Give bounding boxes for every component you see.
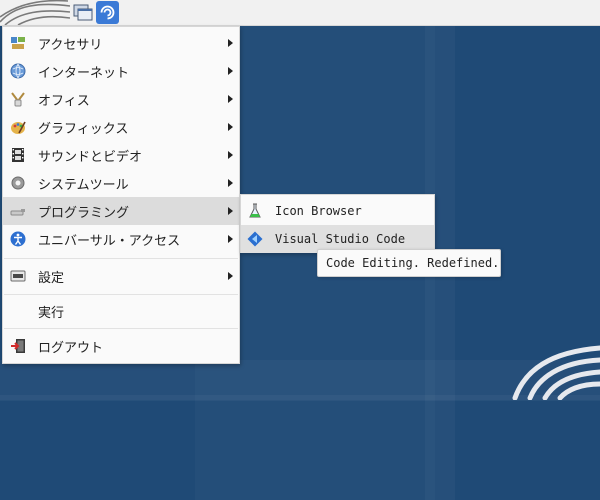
office-icon bbox=[11, 92, 25, 107]
menu-item-universal-access[interactable]: ユニバーサル・アクセス bbox=[3, 225, 239, 253]
menu-item-settings[interactable]: 設定 bbox=[3, 262, 239, 290]
internet-globe-icon bbox=[10, 63, 26, 79]
menu-separator bbox=[4, 258, 238, 259]
submenu-arrow-icon bbox=[228, 235, 233, 243]
menu-item-internet[interactable]: インターネット bbox=[3, 57, 239, 85]
menu-item-label: システムツール bbox=[38, 177, 129, 193]
film-strip-icon bbox=[12, 148, 24, 162]
menu-item-label: 設定 bbox=[38, 270, 65, 286]
menu-item-label: アクセサリ bbox=[38, 37, 103, 53]
menu-item-label: 実行 bbox=[38, 305, 65, 321]
logout-icon bbox=[11, 339, 25, 353]
menu-item-sound-video[interactable]: サウンドとビデオ bbox=[3, 141, 239, 169]
main-menu: アクセサリ インターネット オフィス グラフィックス サウンドとビデオ システム… bbox=[2, 26, 240, 364]
menu-item-programming[interactable]: プログラミング bbox=[3, 197, 239, 225]
menu-item-label: プログラミング bbox=[38, 205, 130, 221]
submenu-arrow-icon bbox=[228, 123, 233, 131]
tooltip-text: Code Editing. Redefined. bbox=[326, 256, 500, 270]
settings-icon bbox=[10, 270, 26, 282]
show-desktop-icon[interactable] bbox=[73, 3, 93, 22]
menu-item-logout[interactable]: ログアウト bbox=[3, 332, 239, 360]
menu-separator bbox=[4, 328, 238, 329]
swirl-logo-icon[interactable] bbox=[0, 0, 70, 25]
programming-icon bbox=[10, 209, 25, 216]
submenu-arrow-icon bbox=[228, 67, 233, 75]
programming-submenu: Icon Browser Visual Studio Code bbox=[240, 194, 435, 253]
graphics-palette-icon bbox=[11, 121, 26, 134]
app-menu-icon[interactable] bbox=[96, 1, 119, 24]
menu-item-system-tools[interactable]: システムツール bbox=[3, 169, 239, 197]
submenu-arrow-icon bbox=[228, 39, 233, 47]
submenu-arrow-icon bbox=[228, 179, 233, 187]
menu-item-label: ユニバーサル・アクセス bbox=[38, 233, 181, 249]
tooltip: Code Editing. Redefined. bbox=[317, 249, 501, 277]
menu-item-label: インターネット bbox=[38, 65, 130, 81]
submenu-arrow-icon bbox=[228, 272, 233, 280]
top-panel bbox=[0, 0, 600, 26]
menu-item-label: サウンドとビデオ bbox=[38, 149, 143, 165]
menu-item-graphics[interactable]: グラフィックス bbox=[3, 113, 239, 141]
submenu-item-label: Visual Studio Code bbox=[275, 232, 406, 246]
system-gear-icon bbox=[11, 176, 25, 190]
blank-icon bbox=[10, 303, 26, 319]
accessibility-icon bbox=[10, 231, 26, 247]
swirl-logo-icon bbox=[512, 345, 600, 400]
flask-icon bbox=[249, 203, 261, 218]
menu-item-label: グラフィックス bbox=[38, 121, 129, 137]
vscode-icon bbox=[247, 231, 263, 247]
accessories-icon bbox=[11, 37, 25, 49]
menu-item-office[interactable]: オフィス bbox=[3, 85, 239, 113]
menu-separator bbox=[4, 294, 238, 295]
menu-item-run[interactable]: 実行 bbox=[3, 297, 239, 325]
menu-item-label: ログアウト bbox=[38, 340, 104, 356]
submenu-item-icon-browser[interactable]: Icon Browser bbox=[241, 197, 434, 225]
menu-item-label: オフィス bbox=[38, 93, 90, 109]
submenu-item-label: Icon Browser bbox=[275, 204, 362, 218]
menu-item-accessories[interactable]: アクセサリ bbox=[3, 29, 239, 57]
submenu-arrow-icon bbox=[228, 151, 233, 159]
submenu-arrow-icon bbox=[228, 207, 233, 215]
submenu-arrow-icon bbox=[228, 95, 233, 103]
